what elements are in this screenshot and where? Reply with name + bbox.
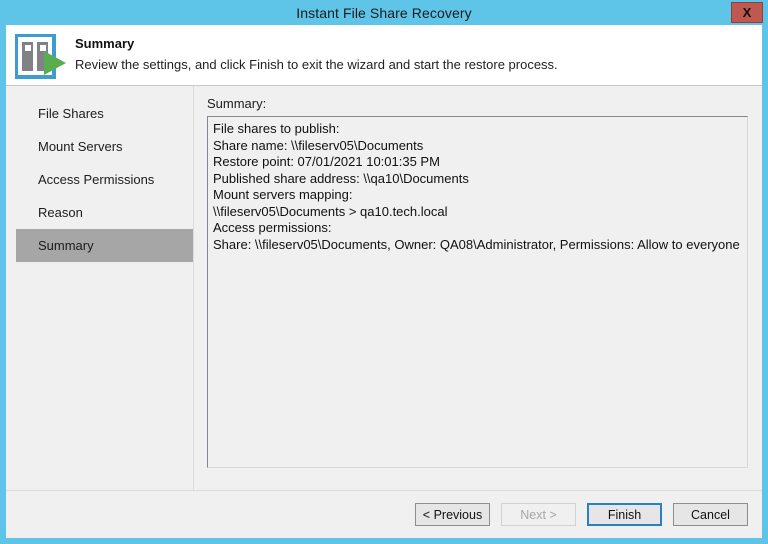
wizard-header: Summary Review the settings, and click F… [6,25,762,86]
sidebar-item-label: File Shares [38,106,104,121]
sidebar-item-reason[interactable]: Reason [16,196,193,229]
wizard-footer: < Previous Next > Finish Cancel [6,490,762,538]
wizard-content: Summary: File shares to publish: Share n… [194,86,762,490]
finish-button[interactable]: Finish [587,503,662,526]
summary-line: Published share address: \\qa10\Document… [213,170,469,186]
summary-line: Mount servers mapping: [213,187,353,202]
cancel-button[interactable]: Cancel [673,503,748,526]
summary-line: \\fileserv05\Documents > qa10.tech.local [213,203,448,219]
wizard-step-list: File Shares Mount Servers Access Permiss… [6,86,194,490]
sidebar-item-summary[interactable]: Summary [16,229,193,262]
summary-line: Share name: \\fileserv05\Documents [213,137,424,153]
sidebar-item-label: Summary [38,238,94,253]
file-share-recovery-icon [14,33,69,80]
summary-label: Summary: [207,96,267,111]
window-title: Instant File Share Recovery [296,4,472,21]
wizard-header-text: Summary Review the settings, and click F… [75,34,558,73]
summary-textbox[interactable]: File shares to publish: Share name: \\fi… [207,116,748,468]
next-button: Next > [501,503,576,526]
page-title: Summary [75,36,135,51]
summary-line: Share: \\fileserv05\Documents, Owner: QA… [213,236,740,252]
summary-line: Access permissions: [213,220,332,235]
sidebar-item-label: Reason [38,205,83,220]
close-icon: X [742,5,752,20]
wizard-window: Instant File Share Recovery X Summary Re… [0,0,768,544]
sidebar-item-label: Access Permissions [38,172,155,187]
wizard-body: File Shares Mount Servers Access Permiss… [6,86,762,490]
sidebar-item-access-permissions[interactable]: Access Permissions [16,163,193,196]
page-subtitle: Review the settings, and click Finish to… [75,57,558,72]
sidebar-item-label: Mount Servers [38,139,123,154]
summary-line: File shares to publish: [213,121,340,136]
sidebar-item-file-shares[interactable]: File Shares [16,97,193,130]
previous-button[interactable]: < Previous [415,503,490,526]
close-button[interactable]: X [731,2,763,23]
title-bar: Instant File Share Recovery X [0,0,768,25]
client-area: Summary Review the settings, and click F… [6,25,762,538]
sidebar-item-mount-servers[interactable]: Mount Servers [16,130,193,163]
summary-line: Restore point: 07/01/2021 10:01:35 PM [213,154,440,169]
